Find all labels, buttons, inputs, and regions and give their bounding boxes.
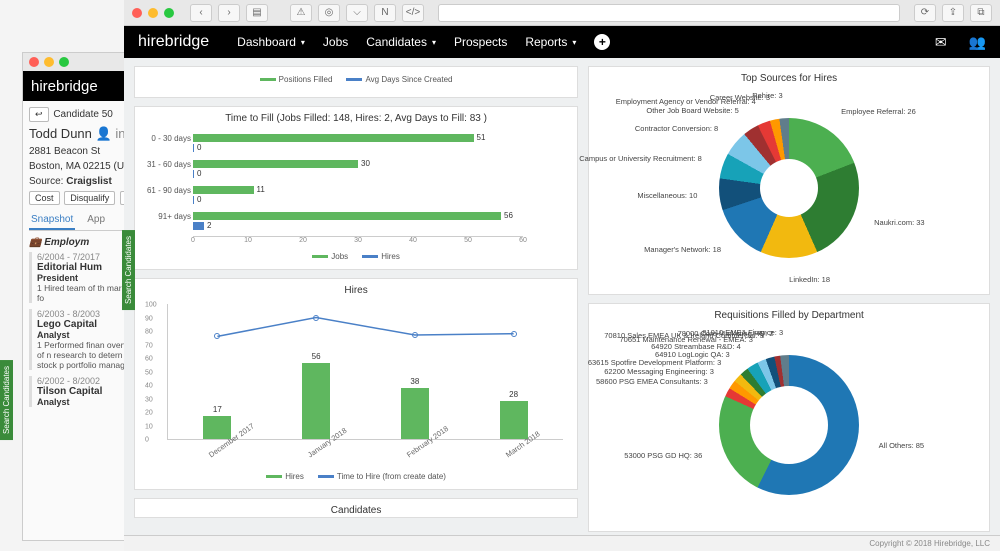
pocket-icon[interactable]: ⌵: [346, 4, 368, 22]
code-icon[interactable]: </>: [402, 4, 424, 22]
tabs-icon[interactable]: ⧉: [970, 4, 992, 22]
forward-button[interactable]: ›: [218, 4, 240, 22]
close-window-icon[interactable]: [29, 57, 39, 67]
back-arrow-button[interactable]: ↩: [29, 107, 49, 122]
minimize-window-icon[interactable]: [44, 57, 54, 67]
contact-icon[interactable]: 👤: [96, 126, 112, 141]
top-sources-panel: Top Sources for Hires Employee Referral:…: [588, 66, 990, 295]
dashboard-body: Positions Filled Avg Days Since Created …: [124, 58, 1000, 551]
positions-filled-panel-tail: Positions Filled Avg Days Since Created: [134, 66, 578, 98]
minimize-window-icon[interactable]: [148, 8, 158, 18]
mail-icon[interactable]: ✉: [935, 34, 947, 51]
users-icon[interactable]: 👥: [969, 34, 986, 51]
search-candidates-tab[interactable]: Search Candidates: [122, 230, 135, 310]
legend-positions-filled: Positions Filled: [279, 75, 333, 84]
req-filled-title: Requisitions Filled by Department: [597, 310, 981, 321]
camera-icon[interactable]: ◎: [318, 4, 340, 22]
cost-button[interactable]: Cost: [29, 191, 60, 205]
legend-hires-bar: Hires: [285, 472, 304, 481]
brand-logo[interactable]: hirebridge: [138, 33, 209, 51]
legend-jobs: Jobs: [331, 252, 348, 261]
candidates-title: Candidates: [143, 505, 569, 516]
url-bar[interactable]: [438, 4, 900, 22]
legend-avg-days: Avg Days Since Created: [365, 75, 452, 84]
time-to-fill-title: Time to Fill (Jobs Filled: 148, Hires: 2…: [143, 113, 569, 124]
note-icon[interactable]: N: [374, 4, 396, 22]
nav-jobs[interactable]: Jobs: [323, 35, 348, 49]
nav-prospects[interactable]: Prospects: [454, 35, 507, 49]
sidebar-icon[interactable]: ▤: [246, 4, 268, 22]
nav-dashboard[interactable]: Dashboard: [237, 35, 305, 49]
disqualify-button[interactable]: Disqualify: [64, 191, 115, 205]
candidate-name: Todd Dunn: [29, 126, 92, 141]
bg-brand-logo: hirebridge: [31, 78, 98, 95]
warning-icon[interactable]: ⚠: [290, 4, 312, 22]
footer: Copyright © 2018 Hirebridge, LLC: [124, 535, 1000, 551]
legend-time-to-hire: Time to Hire (from create date): [337, 472, 446, 481]
employment-section-header: Employm: [44, 237, 89, 248]
copyright: Copyright © 2018 Hirebridge, LLC: [869, 539, 990, 548]
candidates-panel: Candidates: [134, 498, 578, 518]
time-to-fill-panel: Time to Fill (Jobs Filled: 148, Hires: 2…: [134, 106, 578, 270]
hires-panel: Hires 17December 201756January 201838Feb…: [134, 278, 578, 490]
maximize-window-icon[interactable]: [59, 57, 69, 67]
share-icon[interactable]: ⇪: [942, 4, 964, 22]
browser-chrome: ‹ › ▤ ⚠ ◎ ⌵ N </> ⟳ ⇪ ⧉: [124, 0, 1000, 26]
back-button[interactable]: ‹: [190, 4, 212, 22]
search-candidates-tab[interactable]: Search Candidates: [0, 360, 13, 440]
tab-app[interactable]: App: [85, 211, 107, 230]
time-to-fill-chart: 0 - 30 days51031 - 60 days30061 - 90 day…: [143, 128, 569, 250]
top-sources-chart: Employee Referral: 26Naukri.com: 33Linke…: [597, 88, 981, 288]
source-value: Craigslist: [66, 176, 112, 187]
nav-reports[interactable]: Reports: [525, 35, 576, 49]
maximize-window-icon[interactable]: [164, 8, 174, 18]
legend-hires: Hires: [381, 252, 400, 261]
req-filled-panel: Requisitions Filled by Department All Ot…: [588, 303, 990, 532]
main-dashboard-window: hirebridge Dashboard Jobs Candidates Pro…: [124, 26, 1000, 551]
top-sources-title: Top Sources for Hires: [597, 73, 981, 84]
breadcrumb: Candidate 50: [53, 109, 113, 120]
tab-snapshot[interactable]: Snapshot: [29, 211, 75, 230]
nav-candidates[interactable]: Candidates: [366, 35, 436, 49]
source-label: Source:: [29, 176, 63, 187]
close-window-icon[interactable]: [132, 8, 142, 18]
app-header: hirebridge Dashboard Jobs Candidates Pro…: [124, 26, 1000, 58]
hires-title: Hires: [143, 285, 569, 296]
hires-chart: 17December 201756January 201838February …: [143, 300, 569, 470]
add-button[interactable]: +: [594, 34, 610, 50]
window-controls: [132, 8, 174, 18]
req-filled-chart: All Others: 8553000 PSG GD HQ: 3658600 P…: [597, 325, 981, 525]
refresh-icon[interactable]: ⟳: [914, 4, 936, 22]
